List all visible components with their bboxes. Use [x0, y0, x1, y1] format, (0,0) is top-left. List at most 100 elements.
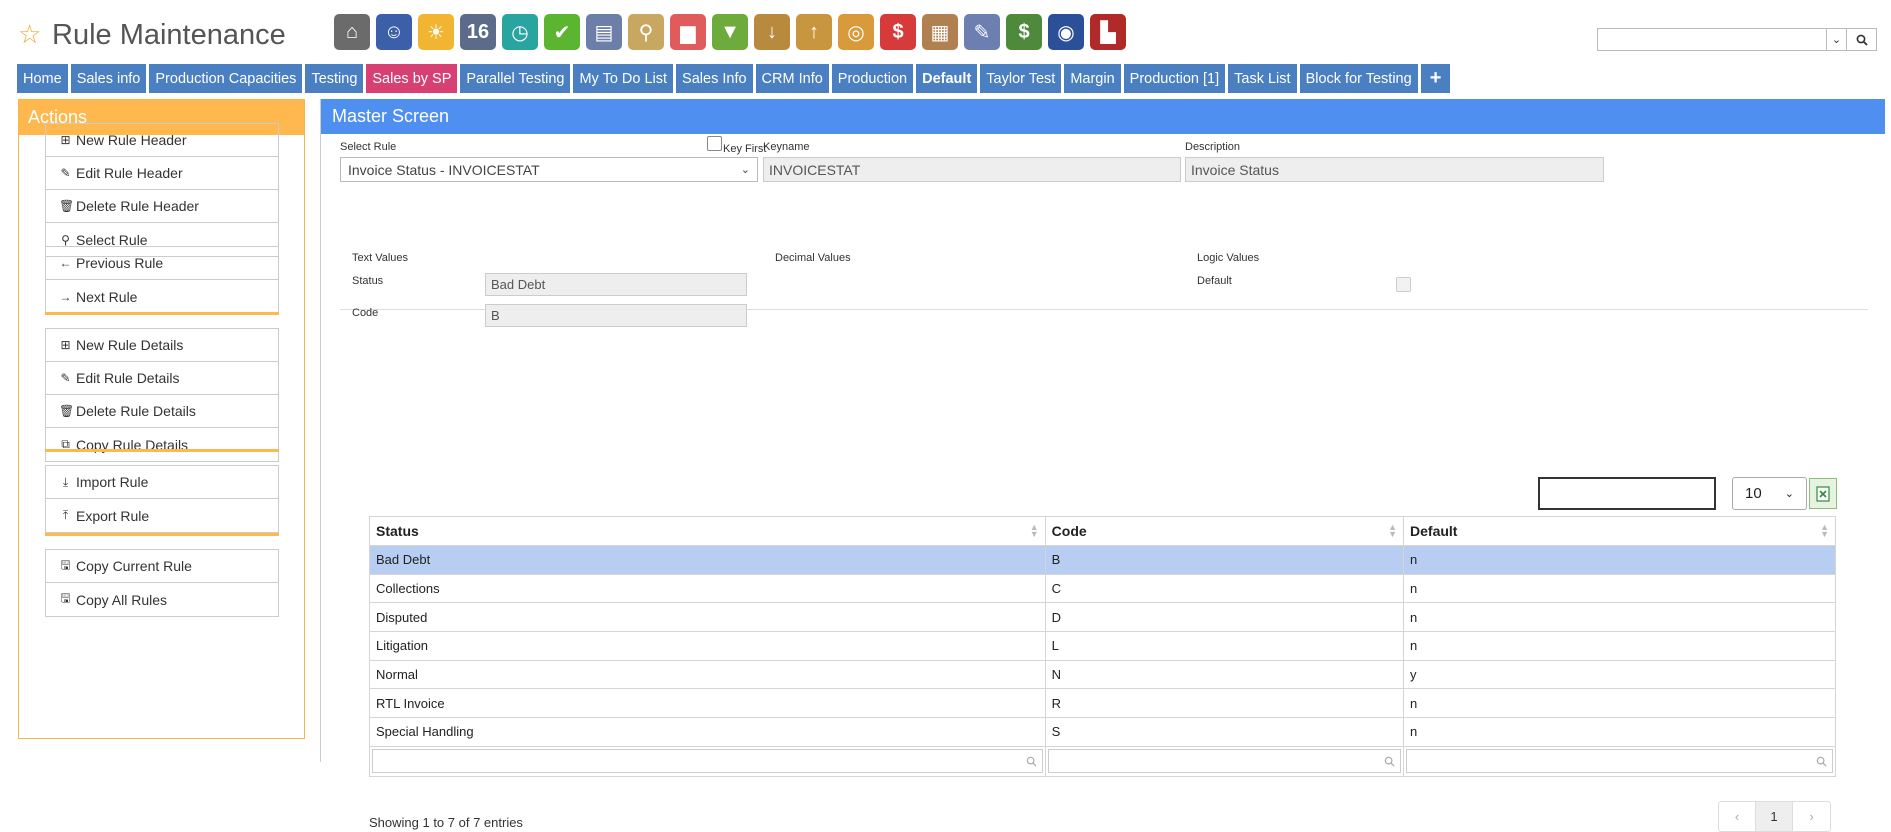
- column-filter-input[interactable]: [372, 749, 1043, 774]
- tab-add[interactable]: +: [1420, 64, 1451, 93]
- table-row[interactable]: Bad Debt Bn: [369, 545, 1836, 575]
- keyname-field[interactable]: INVOICESTAT: [763, 157, 1181, 182]
- tab-task-list[interactable]: Task List: [1228, 64, 1297, 93]
- tab-parallel-testing[interactable]: Parallel Testing: [460, 64, 571, 93]
- action-separator: [45, 312, 279, 315]
- next-rule-button[interactable]: → Next Rule: [46, 280, 278, 313]
- tab-production[interactable]: Production: [831, 64, 914, 93]
- copy-rule-details-button[interactable]: ⧉ Copy Rule Details: [46, 428, 278, 461]
- export-excel-button[interactable]: [1809, 478, 1837, 509]
- delete-rule-details-button[interactable]: 🗑 Delete Rule Details: [46, 395, 278, 428]
- weather-icon[interactable]: ☀: [418, 14, 454, 50]
- clock-icon[interactable]: ◷: [502, 14, 538, 50]
- pencil-icon[interactable]: ✎: [964, 14, 1000, 50]
- select-rule-dropdown[interactable]: Invoice Status - INVOICESTAT ⌄: [340, 157, 758, 182]
- calendar-icon[interactable]: 16: [460, 14, 496, 50]
- import-rule-button[interactable]: ⤓ Import Rule: [46, 466, 278, 499]
- new-rule-details-button[interactable]: ⊞ New Rule Details: [46, 329, 278, 362]
- compass-icon[interactable]: ◉: [1048, 14, 1084, 50]
- coins-icon[interactable]: ◎: [838, 14, 874, 50]
- filter-cell: [369, 745, 1046, 777]
- money-icon[interactable]: $: [1006, 14, 1042, 50]
- search-button[interactable]: [1846, 29, 1876, 50]
- tab-sales-by-sp[interactable]: Sales by SP: [366, 64, 458, 93]
- table-row[interactable]: Normal Ny: [369, 659, 1836, 690]
- user-icon[interactable]: ☺: [376, 14, 412, 50]
- page-length-select[interactable]: 10 ⌄: [1732, 477, 1807, 510]
- table-row[interactable]: Collections Cn: [369, 573, 1836, 604]
- schedule-icon[interactable]: ▤: [586, 14, 622, 50]
- edit-rule-header-button[interactable]: ✎ Edit Rule Header: [46, 157, 278, 190]
- table-cell: S: [1044, 717, 1405, 747]
- bus-icon[interactable]: ▆: [670, 14, 706, 50]
- code-field[interactable]: B: [485, 304, 747, 327]
- dollar-bubble-icon[interactable]: $: [880, 14, 916, 50]
- pagination-page-button[interactable]: 1: [1756, 802, 1793, 831]
- bank-icon[interactable]: ⌂: [334, 14, 370, 50]
- tab-testing[interactable]: Testing: [305, 64, 364, 93]
- tab-my-to-do-list[interactable]: My To Do List: [573, 64, 674, 93]
- tab-sales-info[interactable]: Sales info: [70, 64, 147, 93]
- table-row[interactable]: Special Handling Sn: [369, 717, 1836, 747]
- column-filter-input[interactable]: [1047, 749, 1402, 774]
- table-cell: n: [1403, 688, 1836, 719]
- table-row[interactable]: Litigation Ln: [369, 631, 1836, 661]
- tab-production-1[interactable]: Production [1]: [1123, 64, 1226, 93]
- default-checkbox[interactable]: [1396, 277, 1411, 292]
- column-header-status[interactable]: Status ▲ ▼: [369, 516, 1046, 546]
- new-rule-header-button[interactable]: ⊞ New Rule Header: [46, 124, 278, 157]
- tab-production-capacities[interactable]: Production Capacities: [149, 64, 303, 93]
- key-first-checkbox[interactable]: [707, 136, 722, 151]
- action-separator: [45, 533, 279, 536]
- plus-square-icon: ⊞: [60, 133, 71, 147]
- tab-taylor-test[interactable]: Taylor Test: [980, 64, 1062, 93]
- pagination-next-button[interactable]: ›: [1793, 802, 1830, 831]
- pagination-prev-button[interactable]: ‹: [1719, 802, 1756, 831]
- arrow-left-icon: ←: [59, 256, 72, 270]
- tab-block-for-testing[interactable]: Block for Testing: [1299, 64, 1418, 93]
- plus-square-icon: ⊞: [60, 338, 71, 352]
- table-cell: R: [1044, 688, 1405, 719]
- sort-icon: ▲ ▼: [1029, 522, 1039, 539]
- tab-margin[interactable]: Margin: [1064, 64, 1121, 93]
- tab-crm-info[interactable]: CRM Info: [755, 64, 829, 93]
- pencil-icon: ✎: [60, 166, 71, 180]
- column-header-code[interactable]: Code ▲ ▼: [1044, 516, 1405, 546]
- tab-default[interactable]: Default: [916, 64, 978, 93]
- checkmark-icon[interactable]: ✔: [544, 14, 580, 50]
- copy-all-rules-button[interactable]: 🖫 Copy All Rules: [46, 583, 278, 616]
- previous-rule-button[interactable]: ← Previous Rule: [46, 247, 278, 280]
- column-filter-input[interactable]: [1406, 749, 1833, 774]
- edit-rule-details-button[interactable]: ✎ Edit Rule Details: [46, 362, 278, 395]
- magnifier-icon[interactable]: ⚲: [628, 14, 664, 50]
- export-rule-button[interactable]: ⤒ Export Rule: [46, 499, 278, 532]
- actions-panel: Actions ⊞ New Rule Header ✎ Edit Rule Heade…: [18, 99, 305, 739]
- table-row[interactable]: Disputed Dn: [369, 602, 1836, 633]
- delete-rule-header-button[interactable]: 🗑 Delete Rule Header: [46, 190, 278, 223]
- default-label: Default: [1197, 275, 1232, 287]
- favorite-star-icon[interactable]: ☆: [18, 19, 41, 49]
- status-field[interactable]: Bad Debt: [485, 273, 747, 296]
- chevron-down-icon: ⌄: [740, 164, 750, 176]
- action-label: Delete Rule Details: [76, 403, 196, 419]
- table-cell: y: [1403, 659, 1836, 690]
- column-header-default[interactable]: Default ▲ ▼: [1403, 516, 1836, 546]
- download-icon[interactable]: ↓: [754, 14, 790, 50]
- tab-sales-info[interactable]: Sales Info: [676, 64, 753, 93]
- tab-home[interactable]: Home: [17, 64, 68, 93]
- table-info: Showing 1 to 7 of 7 entries: [369, 815, 523, 830]
- clipboard-icon[interactable]: ▦: [922, 14, 958, 50]
- search-dropdown-button[interactable]: ⌄: [1826, 29, 1846, 50]
- copy-current-rule-button[interactable]: 🖫 Copy Current Rule: [46, 550, 278, 583]
- search-input[interactable]: [1598, 29, 1826, 50]
- upload-icon[interactable]: ↑: [796, 14, 832, 50]
- action-label: Edit Rule Header: [76, 165, 183, 181]
- description-field[interactable]: Invoice Status: [1185, 157, 1604, 182]
- table-row[interactable]: RTL Invoice Rn: [369, 688, 1836, 719]
- text-values-heading: Text Values: [352, 252, 409, 264]
- action-label: Previous Rule: [76, 255, 164, 271]
- factory-icon[interactable]: ▙: [1090, 14, 1126, 50]
- table-search-input[interactable]: [1538, 477, 1716, 510]
- basket-icon[interactable]: ▼: [712, 14, 748, 50]
- action-group: ⤓ Import Rule ⤒ Export Rule: [45, 465, 279, 533]
